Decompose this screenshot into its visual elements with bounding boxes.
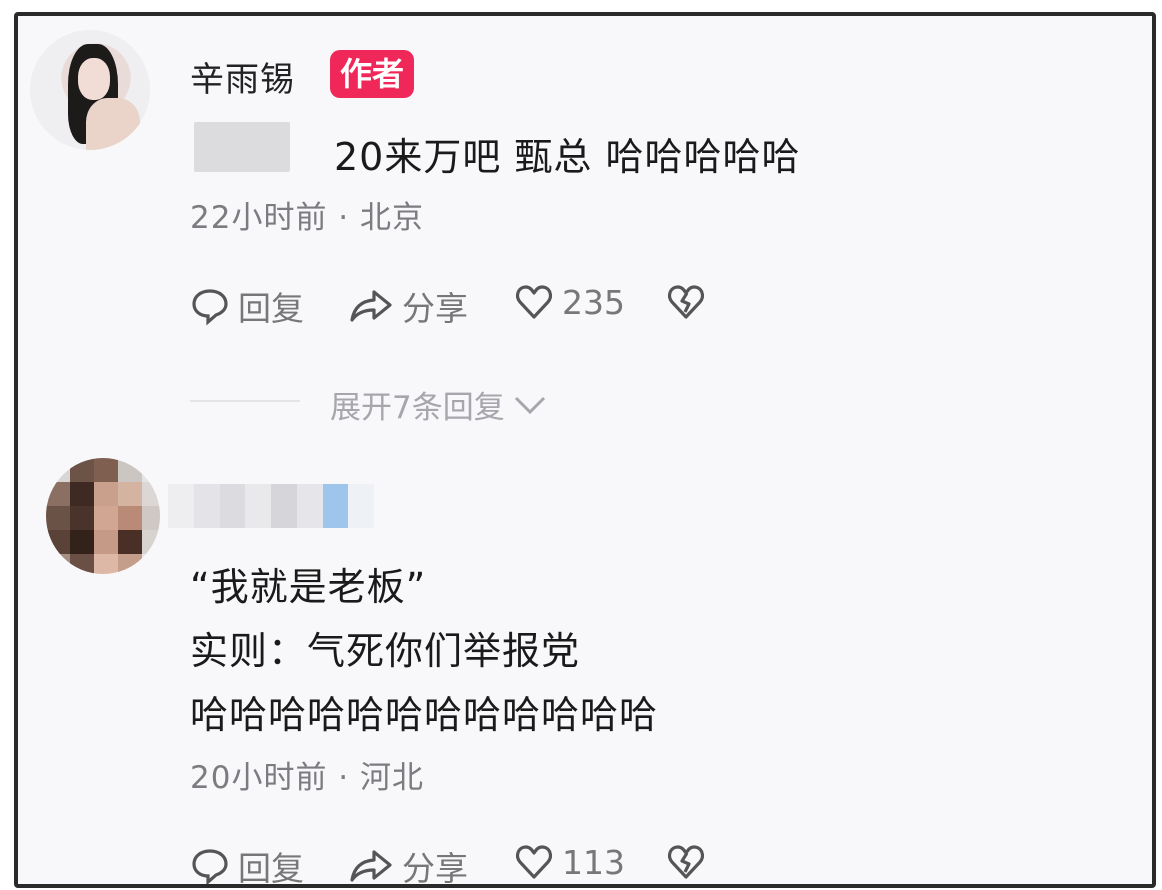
expand-replies-button[interactable]: 展开7条回复 (330, 382, 547, 427)
comment-thread-panel: 辛雨锡 作者 20来万吧 甄总 哈哈哈哈哈 22小时前 · 北京 回复 分享 2… (14, 12, 1156, 888)
share-label: 分享 (402, 849, 468, 888)
reply-label: 回复 (238, 849, 304, 888)
like-count: 113 (562, 842, 625, 882)
comment-text-line-2: 实则：气死你们举报党 (190, 629, 581, 673)
divider (190, 400, 300, 402)
reply-button[interactable]: 回复 (190, 282, 304, 330)
author-avatar[interactable] (30, 30, 150, 150)
share-button[interactable]: 分享 (348, 282, 468, 330)
like-count: 235 (562, 282, 625, 322)
chevron-down-icon (514, 396, 545, 414)
author-username[interactable]: 辛雨锡 (190, 52, 295, 101)
comment-bubble-icon (192, 289, 228, 326)
redacted-mention (194, 122, 290, 172)
dislike-button[interactable] (666, 282, 706, 322)
comment-text: 20来万吧 甄总 哈哈哈哈哈 (334, 135, 801, 179)
comment-text-line-3: 哈哈哈哈哈哈哈哈哈哈哈哈 (190, 693, 659, 737)
commenter-avatar-pixelated[interactable] (46, 458, 160, 574)
share-label: 分享 (402, 289, 468, 328)
redacted-username[interactable] (168, 484, 374, 528)
share-arrow-icon (350, 290, 392, 322)
share-arrow-icon (350, 850, 392, 882)
comment-meta: 22小时前 · 北京 (190, 200, 425, 236)
heart-icon (515, 845, 553, 879)
comment-text-line-1: “我就是老板” (190, 565, 427, 609)
like-button[interactable]: 113 (514, 842, 625, 882)
broken-heart-icon (667, 285, 705, 319)
dislike-button[interactable] (666, 842, 706, 882)
comment-meta: 20小时前 · 河北 (190, 760, 425, 796)
reply-button[interactable]: 回复 (190, 842, 304, 888)
reply-label: 回复 (238, 289, 304, 328)
author-badge: 作者 (330, 50, 415, 98)
broken-heart-icon (667, 845, 705, 879)
comment-bubble-icon (192, 849, 228, 884)
expand-replies-label: 展开7条回复 (330, 390, 505, 426)
share-button[interactable]: 分享 (348, 842, 468, 888)
like-button[interactable]: 235 (514, 282, 625, 322)
heart-icon (515, 285, 553, 319)
